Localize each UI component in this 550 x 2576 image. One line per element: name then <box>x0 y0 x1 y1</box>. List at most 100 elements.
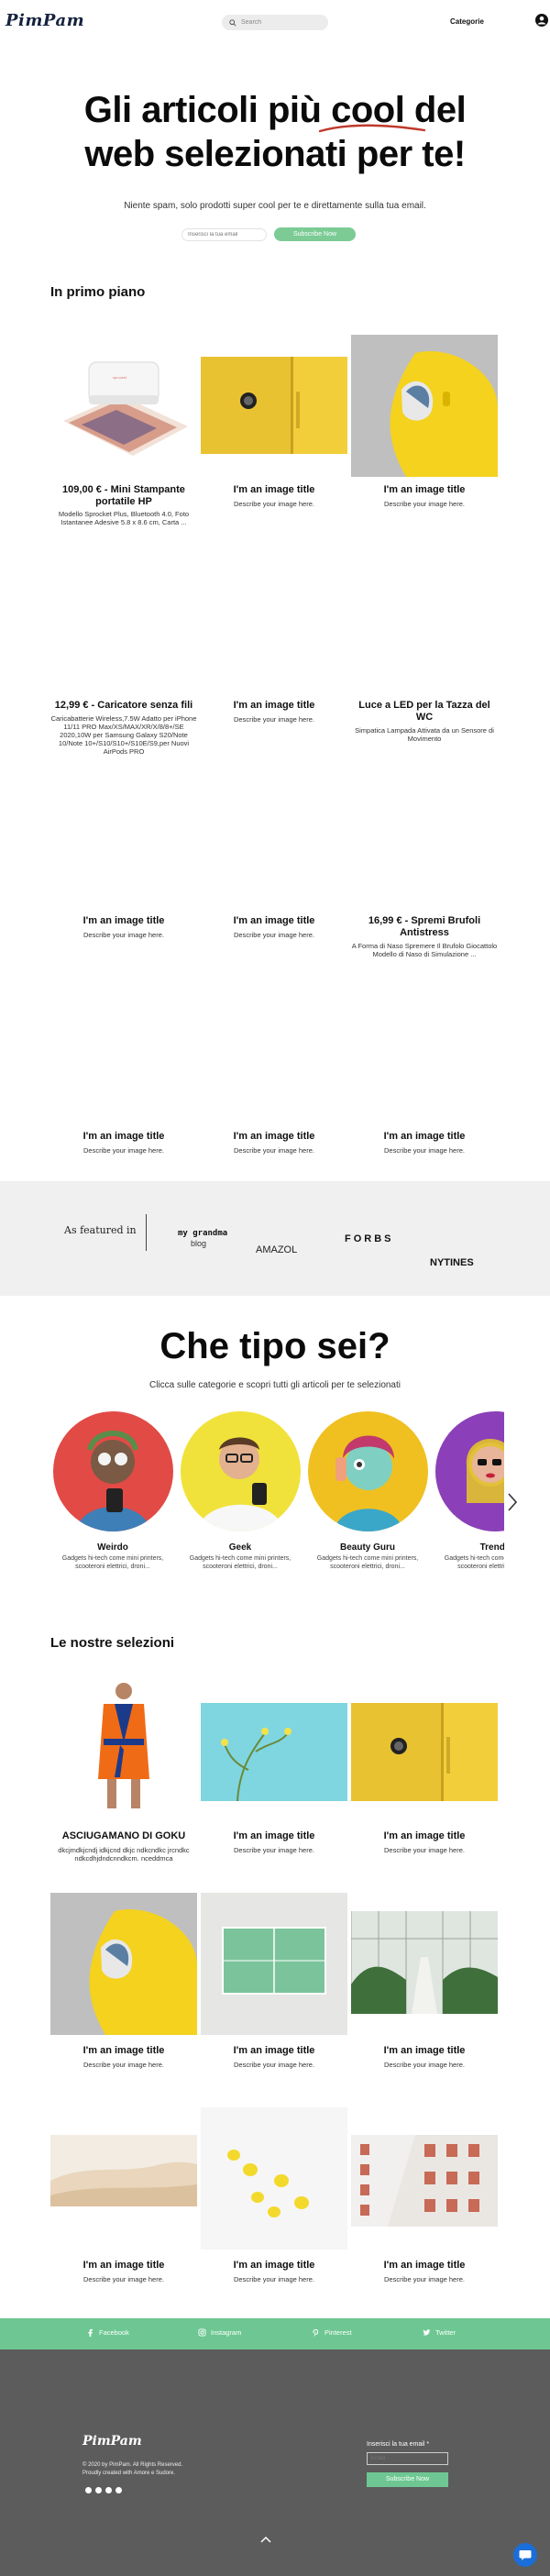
selection-title[interactable]: I'm an image title <box>50 2260 197 2272</box>
persona-image-weirdo[interactable] <box>52 1411 173 1531</box>
product-image-printer[interactable]: sprocket <box>50 335 197 477</box>
persona-name[interactable]: Geek <box>176 1542 304 1553</box>
selection-image-yellow-door[interactable] <box>351 1678 498 1820</box>
persona-beauty-guru[interactable]: Beauty Guru Gadgets hi-tech come mini pr… <box>303 1411 432 1571</box>
selection-title[interactable]: I'm an image title <box>201 1830 347 1842</box>
persona-name[interactable]: Beauty Guru <box>303 1542 432 1553</box>
user-icon[interactable] <box>535 14 548 27</box>
product-card[interactable]: sprocket 109,00 € - Mini Stampante porta… <box>50 335 197 546</box>
selection-card[interactable]: I'm an image title Describe your image h… <box>50 2107 197 2305</box>
selection-title[interactable]: I'm an image title <box>351 1830 498 1842</box>
persona-image-trendy[interactable] <box>434 1411 504 1531</box>
persona-weirdo[interactable]: Weirdo Gadgets hi-tech come mini printer… <box>49 1411 177 1571</box>
selection-image-building[interactable] <box>351 2107 498 2250</box>
site-logo[interactable]: PimPam <box>6 11 84 30</box>
product-title[interactable]: I'm an image title <box>351 1131 498 1143</box>
product-image[interactable] <box>201 548 347 691</box>
product-title[interactable]: I'm an image title <box>50 915 197 927</box>
persona-image-geek[interactable] <box>180 1411 301 1531</box>
product-title[interactable]: I'm an image title <box>351 484 498 496</box>
nav-categorie[interactable]: Categorie <box>450 17 484 26</box>
product-card[interactable]: I'm an image title Describe your image h… <box>351 335 498 546</box>
social-link-facebook[interactable]: Facebook <box>86 2328 129 2337</box>
footer-instagram-icon[interactable] <box>95 2487 102 2493</box>
product-image[interactable] <box>50 764 197 906</box>
selection-card[interactable]: I'm an image title Describe your image h… <box>50 1893 197 2104</box>
product-image[interactable] <box>201 764 347 906</box>
selection-image-yellow-chair[interactable] <box>50 1893 197 2035</box>
product-card[interactable]: I'm an image title Describe your image h… <box>201 548 347 759</box>
product-card[interactable]: I'm an image title Describe your image h… <box>351 979 498 1163</box>
selection-title[interactable]: I'm an image title <box>351 2045 498 2057</box>
persona-name[interactable]: Weirdo <box>49 1542 177 1553</box>
product-title[interactable]: I'm an image title <box>50 1131 197 1143</box>
selection-card[interactable]: I'm an image title Describe your image h… <box>201 1678 347 1889</box>
product-image-yellow-chair[interactable] <box>351 335 498 477</box>
social-link-instagram[interactable]: Instagram <box>198 2328 241 2337</box>
footer-email-input[interactable] <box>367 2452 448 2465</box>
selection-card[interactable]: I'm an image title Describe your image h… <box>201 1893 347 2104</box>
selection-image-goku-towel[interactable] <box>50 1678 197 1820</box>
selection-image-desert[interactable] <box>50 2107 197 2250</box>
selection-card[interactable]: I'm an image title Describe your image h… <box>351 1893 498 2104</box>
product-image-yellow-door[interactable] <box>201 335 347 477</box>
product-image-led-wc[interactable] <box>351 548 498 691</box>
selection-title[interactable]: I'm an image title <box>201 2260 347 2272</box>
search-input[interactable] <box>241 19 324 26</box>
selection-image-tennis-court[interactable] <box>201 1893 347 2035</box>
selection-title[interactable]: I'm an image title <box>201 2045 347 2057</box>
persona-image-beauty-guru[interactable] <box>307 1411 428 1531</box>
product-title[interactable]: 109,00 € - Mini Stampante portatile HP <box>50 484 197 508</box>
footer-twitter-icon[interactable] <box>116 2487 122 2493</box>
product-title[interactable]: I'm an image title <box>201 700 347 712</box>
product-card[interactable]: I'm an image title Describe your image h… <box>201 979 347 1163</box>
persona-geek[interactable]: Geek Gadgets hi-tech come mini printers,… <box>176 1411 304 1571</box>
product-image[interactable] <box>201 979 347 1122</box>
product-card[interactable]: Luce a LED per la Tazza del WC Simpatica… <box>351 548 498 759</box>
product-card[interactable]: 12,99 € - Caricatore senza fili Caricaba… <box>50 548 197 759</box>
selection-title[interactable]: I'm an image title <box>50 2045 197 2057</box>
scroll-to-top-icon[interactable] <box>259 2535 272 2544</box>
hero-subscribe-button[interactable]: Subscribe Now <box>274 227 356 241</box>
product-title[interactable]: 16,99 € - Spremi Brufoli Antistress <box>351 915 498 939</box>
twitter-label[interactable]: Twitter <box>435 2328 456 2337</box>
selection-card[interactable]: I'm an image title Describe your image h… <box>351 1678 498 1889</box>
product-title[interactable]: I'm an image title <box>201 915 347 927</box>
instagram-label[interactable]: Instagram <box>211 2328 241 2337</box>
footer-facebook-icon[interactable] <box>85 2487 92 2493</box>
slider-next-arrow-icon[interactable] <box>506 1491 519 1513</box>
product-card[interactable]: I'm an image title Describe your image h… <box>50 979 197 1163</box>
product-image[interactable] <box>50 979 197 1122</box>
product-image-spremi-brufoli[interactable] <box>351 764 498 906</box>
selection-card[interactable]: ASCIUGAMANO DI GOKU dkcjmdkjcndj idkjcnd… <box>50 1678 197 1889</box>
footer-logo[interactable]: PimPam <box>82 2434 142 2449</box>
product-image-charger[interactable] <box>50 548 197 691</box>
persona-trendy[interactable]: Trendy Gadgets hi-tech come mini printer… <box>431 1411 504 1571</box>
facebook-label[interactable]: Facebook <box>99 2328 129 2337</box>
social-link-pinterest[interactable]: Pinterest <box>312 2328 352 2337</box>
product-card[interactable]: 16,99 € - Spremi Brufoli Antistress A Fo… <box>351 764 498 975</box>
hero-email-input[interactable] <box>182 228 267 241</box>
product-title[interactable]: I'm an image title <box>201 484 347 496</box>
selection-image-greenhouse[interactable] <box>351 1893 498 2035</box>
product-card[interactable]: I'm an image title Describe your image h… <box>50 764 197 975</box>
product-card[interactable]: I'm an image title Describe your image h… <box>201 335 347 546</box>
social-link-twitter[interactable]: Twitter <box>423 2328 456 2337</box>
selection-card[interactable]: I'm an image title Describe your image h… <box>201 2107 347 2305</box>
selection-title[interactable]: I'm an image title <box>351 2260 498 2272</box>
footer-pinterest-icon[interactable] <box>105 2487 112 2493</box>
persona-name[interactable]: Trendy <box>431 1542 504 1553</box>
product-image[interactable] <box>351 979 498 1122</box>
selection-title[interactable]: ASCIUGAMANO DI GOKU <box>50 1830 197 1842</box>
product-title[interactable]: Luce a LED per la Tazza del WC <box>351 700 498 724</box>
product-title[interactable]: 12,99 € - Caricatore senza fili <box>50 700 197 712</box>
search-box[interactable] <box>222 15 328 30</box>
pinterest-label[interactable]: Pinterest <box>324 2328 352 2337</box>
product-card[interactable]: I'm an image title Describe your image h… <box>201 764 347 975</box>
selection-card[interactable]: I'm an image title Describe your image h… <box>351 2107 498 2305</box>
footer-subscribe-button[interactable]: Subscribe Now <box>367 2472 448 2487</box>
selection-image-lemons[interactable] <box>201 2107 347 2250</box>
selection-image-plant[interactable] <box>201 1678 347 1820</box>
product-title[interactable]: I'm an image title <box>201 1131 347 1143</box>
chat-button[interactable] <box>513 2543 537 2567</box>
